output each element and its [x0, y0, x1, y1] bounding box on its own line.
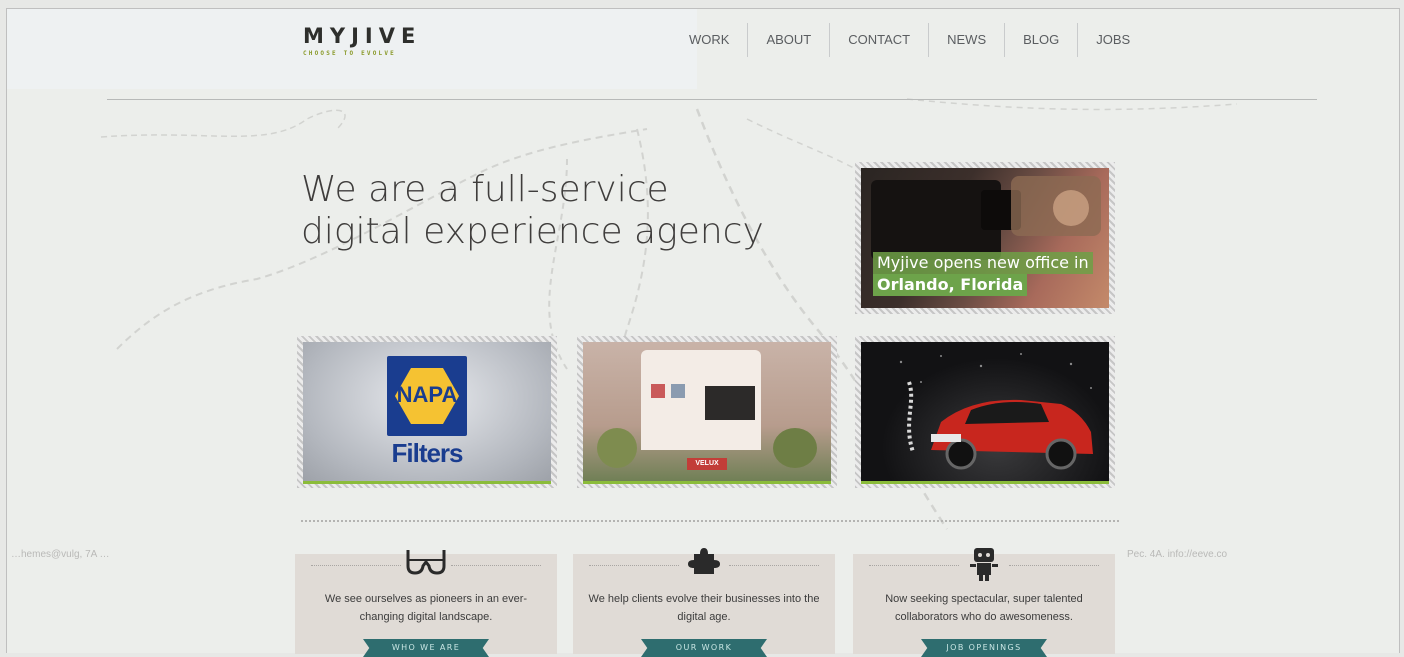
info-card-work: We help clients evolve their businesses … — [573, 548, 835, 657]
tile-accent-bar — [861, 481, 1109, 484]
velux-image: VELUX — [583, 342, 831, 482]
nav-item-work[interactable]: WORK — [671, 23, 747, 57]
side-fragment-right: Pec. 4A. info://eeve.co — [1127, 549, 1228, 560]
brand-logo[interactable]: MYJIVE CHOOSE TO EVOLVE — [303, 25, 421, 57]
side-fragment-left: …hemes@vulg, 7A … — [11, 549, 110, 560]
tile-accent-bar — [303, 481, 551, 484]
napa-logo-text: NAPA — [396, 382, 458, 407]
mini-image — [861, 342, 1109, 482]
nav-item-blog[interactable]: BLOG — [1004, 23, 1077, 57]
brand-tagline: CHOOSE TO EVOLVE — [303, 50, 396, 57]
info-card-jobs: Now seeking spectacular, super talented … — [853, 548, 1115, 657]
portfolio-tile-napa[interactable]: NAPA Filters — [297, 336, 557, 488]
news-line-1: Myjive opens new office in — [873, 252, 1093, 274]
news-tile[interactable]: Myjive opens new office in Orlando, Flor… — [855, 162, 1115, 314]
section-divider — [301, 520, 1119, 522]
card-text: Now seeking spectacular, super talented … — [885, 593, 1083, 623]
who-we-are-button[interactable]: WHO WE ARE — [363, 639, 489, 657]
car-illustration — [899, 353, 1093, 470]
main-nav: WORK ABOUT CONTACT NEWS BLOG JOBS — [671, 23, 1148, 57]
hero-headline: We are a full-service digital experience… — [301, 169, 821, 253]
nav-item-contact[interactable]: CONTACT — [829, 23, 928, 57]
card-text: We help clients evolve their businesses … — [588, 593, 820, 623]
nav-item-about[interactable]: ABOUT — [747, 23, 829, 57]
glasses-icon — [404, 546, 448, 580]
card-text: We see ourselves as pioneers in an ever-… — [324, 593, 528, 623]
news-headline: Myjive opens new office in Orlando, Flor… — [873, 252, 1093, 296]
tile-accent-bar — [583, 481, 831, 484]
portfolio-tile-velux[interactable]: VELUX — [577, 336, 837, 488]
hero-line-1: We are a full-service — [301, 169, 669, 210]
velux-badge: VELUX — [687, 458, 727, 470]
job-openings-button[interactable]: JOB OPENINGS — [921, 639, 1047, 657]
napa-logo-box: NAPA — [387, 356, 467, 436]
our-work-button[interactable]: OUR WORK — [641, 639, 767, 657]
news-line-2: Orlando, Florida — [873, 274, 1028, 296]
nav-item-news[interactable]: NEWS — [928, 23, 1004, 57]
nav-item-jobs[interactable]: JOBS — [1077, 23, 1148, 57]
info-card-who: We see ourselves as pioneers in an ever-… — [295, 550, 557, 657]
page-frame: MYJIVE CHOOSE TO EVOLVE WORK ABOUT CONTA… — [6, 8, 1400, 657]
robot-icon — [969, 546, 999, 586]
hero-line-2: digital experience agency — [301, 211, 764, 252]
napa-image: NAPA Filters — [303, 342, 551, 482]
brand-wordmark: MYJIVE — [303, 24, 422, 48]
napa-filters-text: Filters — [391, 438, 463, 468]
puzzle-piece-icon — [687, 546, 721, 580]
portfolio-tile-mini[interactable] — [855, 336, 1115, 488]
header-divider — [107, 99, 1317, 100]
news-tile-image: Myjive opens new office in Orlando, Flor… — [861, 168, 1109, 308]
